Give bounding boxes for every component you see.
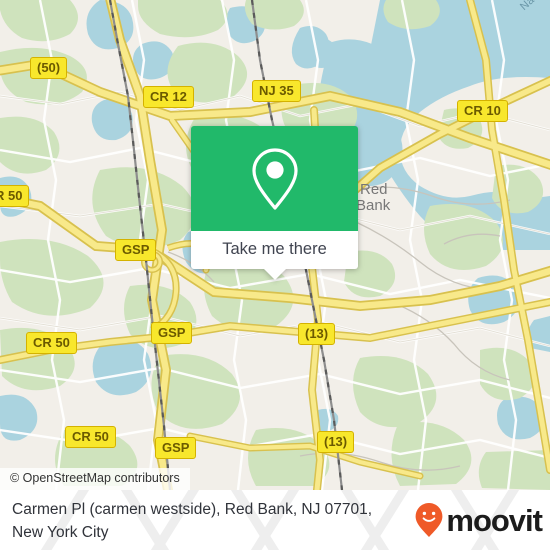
road-shield-nj35[interactable]: NJ 35 [252, 80, 301, 102]
road-shield-cr12[interactable]: CR 12 [143, 86, 194, 108]
road-shield-cr50-north[interactable]: (50) [30, 57, 68, 79]
moovit-logo[interactable]: moovit [414, 502, 543, 538]
map-screenshot: Navi Red Bank (50) CR 12 NJ 35 CR 10 R 5… [0, 0, 550, 550]
road-shield-13-upper[interactable]: (13) [298, 323, 336, 345]
moovit-wordmark: moovit [446, 502, 543, 538]
address-text: Carmen Pl (carmen westside), Red Bank, N… [12, 501, 373, 541]
road-shield-cr50-lower[interactable]: CR 50 [65, 426, 116, 448]
take-me-there-label[interactable]: Take me there [191, 240, 358, 258]
map-pin-icon [251, 147, 298, 210]
moovit-pin-icon [415, 503, 443, 537]
callout-pointer-tail [263, 269, 286, 280]
osm-attribution[interactable]: © OpenStreetMap contributors [0, 468, 190, 490]
city-label-bank: Bank [356, 197, 391, 214]
road-shield-cr50-mid[interactable]: CR 50 [26, 332, 77, 354]
road-shield-gsp-lower[interactable]: GSP [155, 437, 197, 459]
bottom-info-bar: Carmen Pl (carmen westside), Red Bank, N… [0, 490, 550, 550]
road-shield-gsp-upper[interactable]: GSP [115, 239, 157, 261]
road-shield-cr50-west-clipped[interactable]: R 50 [0, 185, 30, 207]
map-canvas[interactable]: Navi Red Bank (50) CR 12 NJ 35 CR 10 R 5… [0, 0, 550, 490]
callout-action-row[interactable]: Take me there [191, 231, 358, 280]
road-shield-gsp-mid[interactable]: GSP [151, 322, 193, 344]
location-callout-card[interactable]: Take me there [191, 126, 358, 280]
road-shield-cr10[interactable]: CR 10 [457, 100, 508, 122]
callout-icon-panel [191, 126, 358, 231]
city-label-red: Red [360, 181, 388, 198]
road-shield-13-lower[interactable]: (13) [317, 431, 355, 453]
